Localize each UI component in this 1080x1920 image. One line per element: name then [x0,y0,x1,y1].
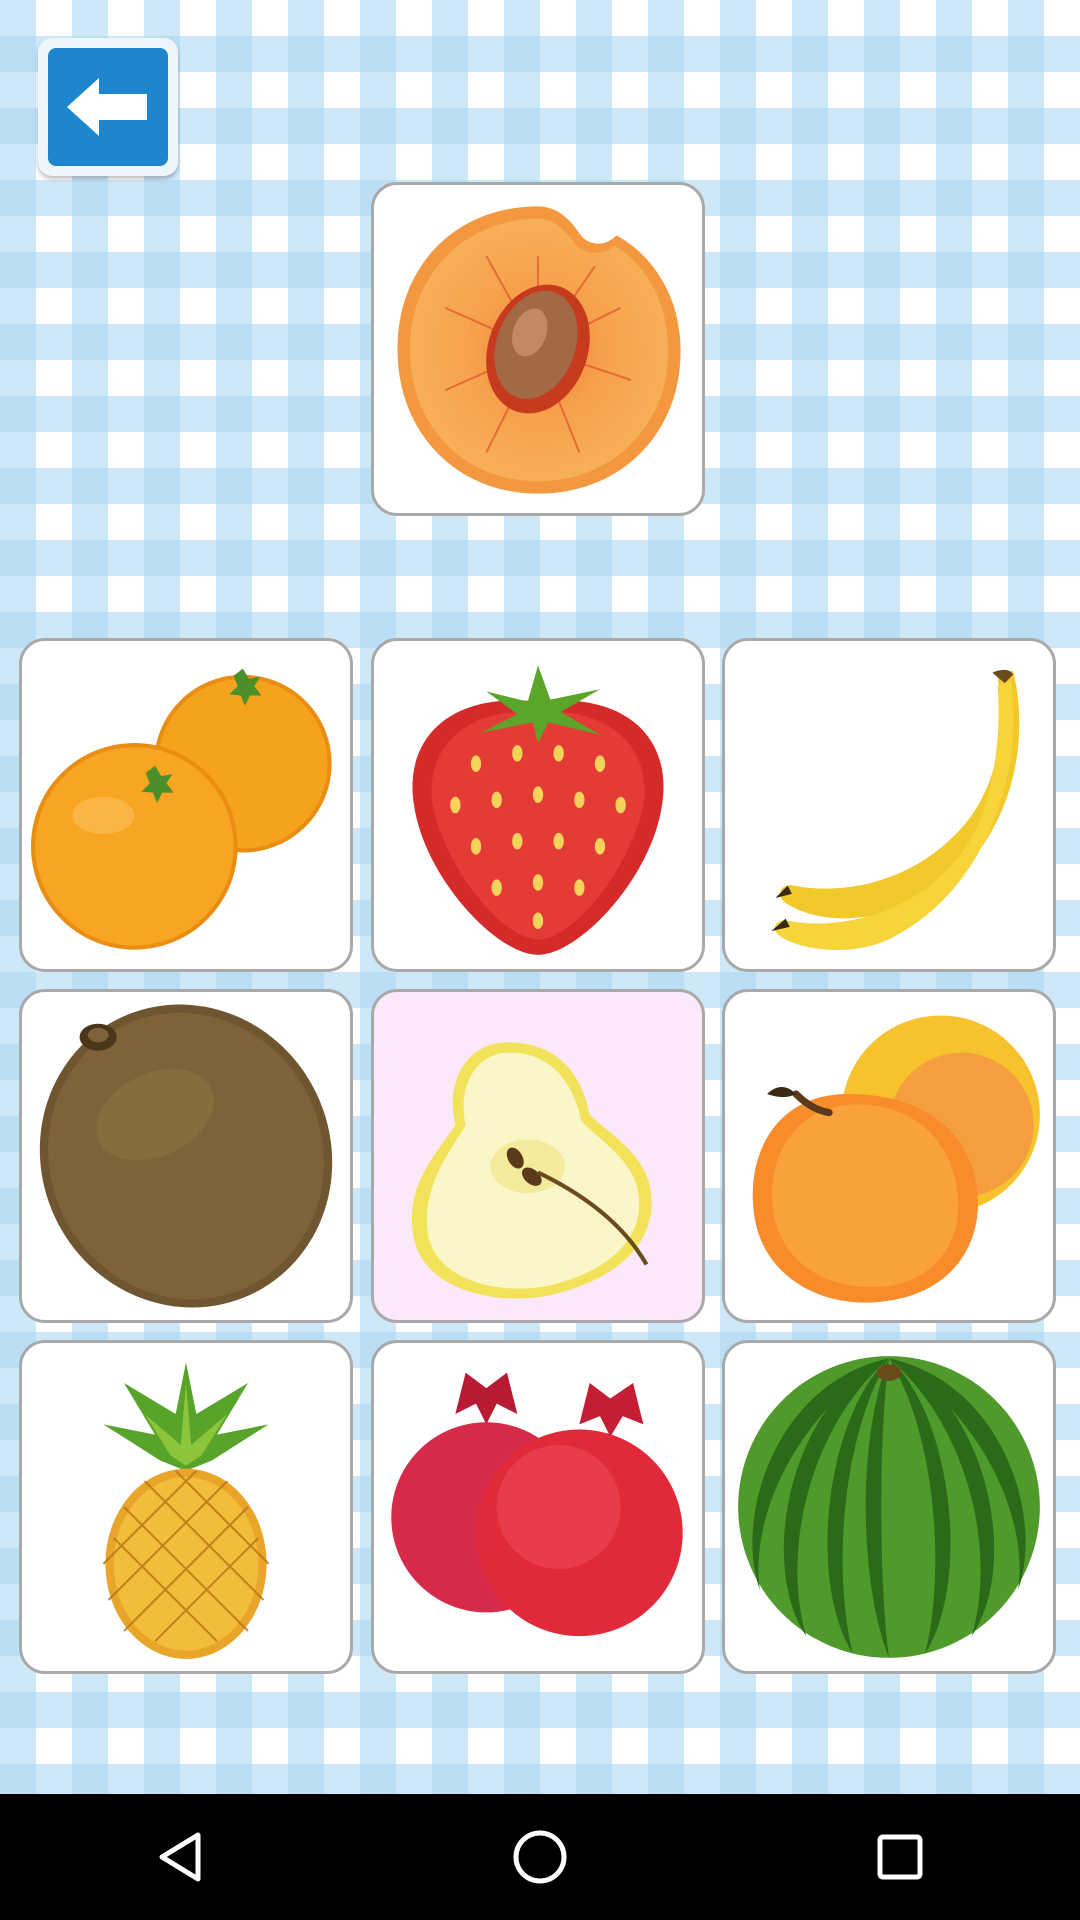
pomegranates-icon [391,1372,683,1637]
square-recents-icon [877,1834,923,1880]
nav-home-button[interactable] [480,1802,600,1912]
strawberry-icon [412,665,664,955]
back-button[interactable] [38,38,178,176]
peach-half-icon [397,206,681,494]
choice-card-bananas[interactable] [722,638,1056,972]
watermelon-icon [738,1356,1040,1658]
peaches-icon [752,1015,1040,1303]
navigation-bar [0,1794,1080,1920]
bananas-icon [771,669,1020,951]
back-button-face [48,48,168,166]
choice-card-pomegranates[interactable] [371,1340,705,1674]
triangle-back-icon [159,1832,201,1882]
choice-card-pear-half[interactable] [371,989,705,1323]
arrow-left-icon [67,78,147,136]
choice-card-peaches[interactable] [722,989,1056,1323]
circle-home-icon [513,1830,567,1884]
oranges-icon [31,668,332,950]
nav-recents-button[interactable] [840,1802,960,1912]
choice-card-kiwi[interactable] [19,989,353,1323]
choice-card-oranges[interactable] [19,638,353,972]
nav-back-button[interactable] [120,1802,240,1912]
choice-card-watermelon[interactable] [722,1340,1056,1674]
choice-card-pineapple[interactable] [19,1340,353,1674]
pineapple-icon [102,1362,270,1659]
pear-half-icon [411,1042,652,1299]
choice-card-strawberry[interactable] [371,638,705,972]
target-card [371,182,705,516]
kiwi-icon [39,1004,333,1308]
